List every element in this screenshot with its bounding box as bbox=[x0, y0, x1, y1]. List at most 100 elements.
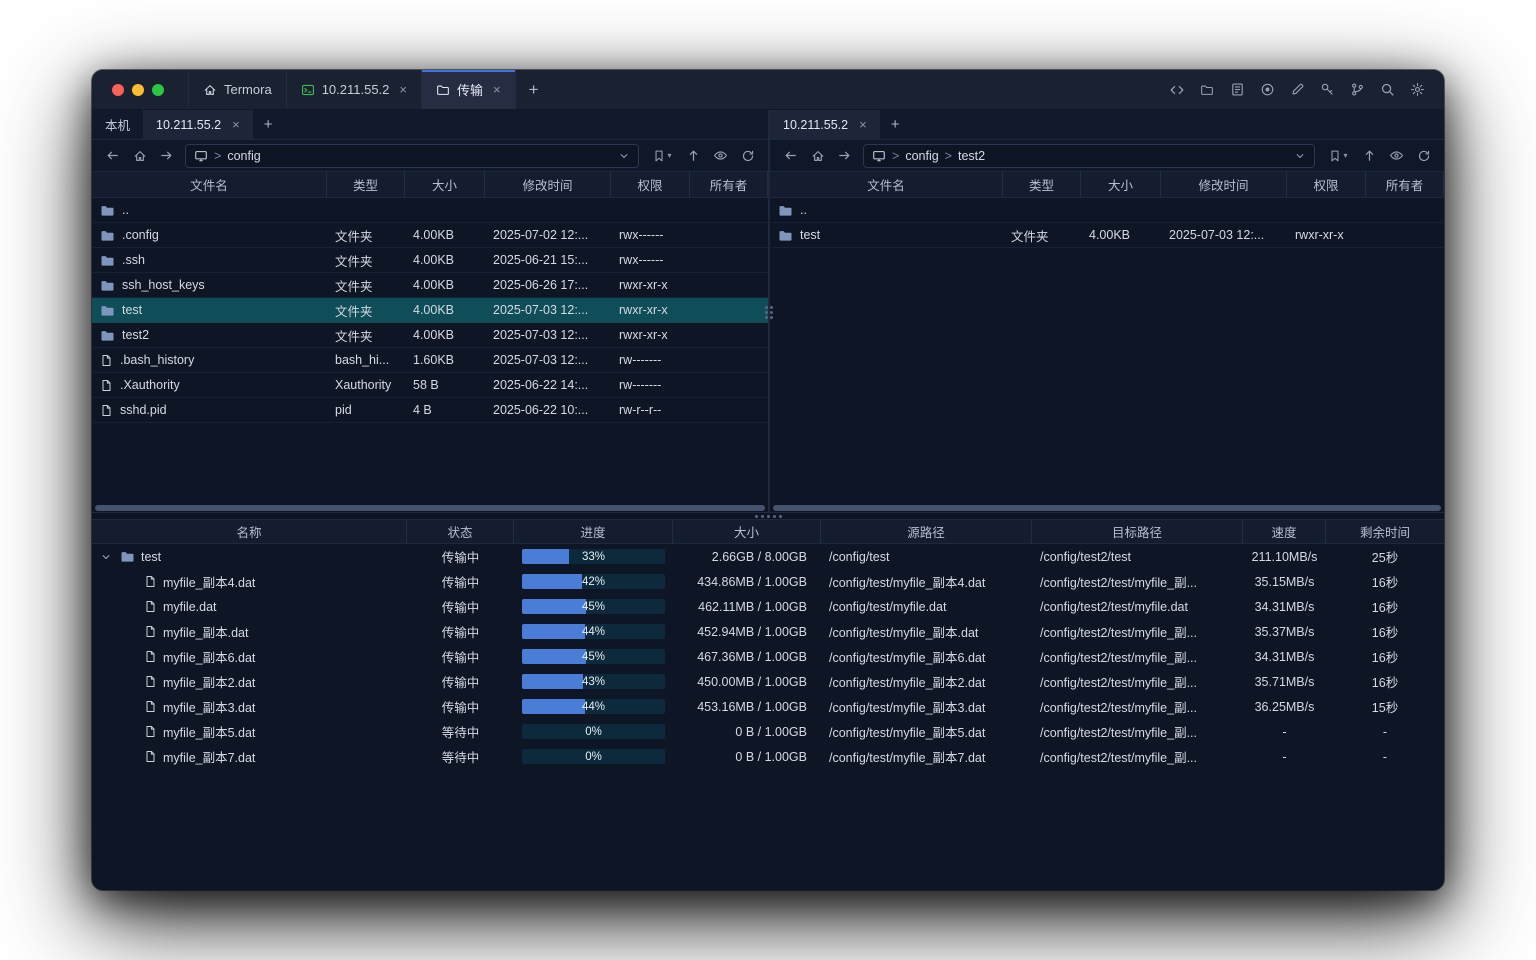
app-tab-bar: Termora10.211.55.2×传输× bbox=[188, 70, 516, 109]
transfer-row[interactable]: myfile_副本7.dat等待中0%0 B / 1.00GB/config/t… bbox=[92, 744, 1444, 769]
path-breadcrumb[interactable]: >config bbox=[185, 144, 639, 168]
chevron-down-icon[interactable] bbox=[1294, 150, 1306, 162]
panel-splitter[interactable] bbox=[768, 110, 770, 512]
file-row[interactable]: .. bbox=[92, 198, 768, 223]
file-row[interactable]: sshd.pidpid4 B2025-06-22 10:...rw-r--r-- bbox=[92, 398, 768, 423]
transfer-row[interactable]: myfile_副本4.dat传输中42%434.86MB / 1.00GB/co… bbox=[92, 569, 1444, 594]
app-tab-Termora[interactable]: Termora bbox=[188, 70, 287, 109]
new-file-tab-button[interactable]: + bbox=[253, 110, 284, 139]
chevron-down-icon[interactable] bbox=[618, 150, 630, 162]
search-button[interactable] bbox=[1374, 77, 1400, 103]
transfer-splitter[interactable] bbox=[92, 512, 1444, 520]
new-app-tab-button[interactable]: + bbox=[516, 70, 552, 109]
transfer-row[interactable]: myfile_副本6.dat传输中45%467.36MB / 1.00GB/co… bbox=[92, 644, 1444, 669]
log-button[interactable] bbox=[1224, 77, 1250, 103]
show-hidden-button[interactable] bbox=[708, 144, 733, 168]
file-row[interactable]: .config文件夹4.00KB2025-07-02 12:...rwx----… bbox=[92, 223, 768, 248]
breadcrumb-segment[interactable]: config bbox=[905, 149, 938, 163]
file-column-header-0[interactable]: 文件名 bbox=[770, 172, 1003, 197]
transfer-row[interactable]: myfile_副本5.dat等待中0%0 B / 1.00GB/config/t… bbox=[92, 719, 1444, 744]
breadcrumb-segment[interactable]: test2 bbox=[958, 149, 985, 163]
refresh-button[interactable] bbox=[735, 144, 760, 168]
transfer-row[interactable]: myfile.dat传输中45%462.11MB / 1.00GB/config… bbox=[92, 594, 1444, 619]
transfer-item-name: myfile_副本6.dat bbox=[163, 647, 255, 666]
transfer-row[interactable]: myfile_副本2.dat传输中43%450.00MB / 1.00GB/co… bbox=[92, 669, 1444, 694]
file-column-header-2[interactable]: 大小 bbox=[405, 172, 485, 197]
close-icon[interactable]: × bbox=[399, 83, 407, 96]
transfer-column-header-5[interactable]: 目标路径 bbox=[1032, 520, 1243, 543]
settings-button[interactable] bbox=[1404, 77, 1430, 103]
file-column-header-1[interactable]: 类型 bbox=[327, 172, 405, 197]
file-tab-本机[interactable]: 本机 bbox=[92, 110, 143, 139]
file-row[interactable]: test文件夹4.00KB2025-07-03 12:...rwxr-xr-x bbox=[92, 298, 768, 323]
edit-button[interactable] bbox=[1284, 77, 1310, 103]
zoom-window-button[interactable] bbox=[152, 84, 164, 96]
home-button[interactable] bbox=[805, 144, 830, 168]
bookmark-button[interactable]: ▾ bbox=[1321, 144, 1355, 168]
home-button[interactable] bbox=[127, 144, 152, 168]
show-hidden-button[interactable] bbox=[1384, 144, 1409, 168]
close-icon[interactable]: × bbox=[493, 83, 501, 96]
file-row[interactable]: ssh_host_keys文件夹4.00KB2025-06-26 17:...r… bbox=[92, 273, 768, 298]
file-row[interactable]: test文件夹4.00KB2025-07-03 12:...rwxr-xr-x bbox=[770, 223, 1444, 248]
go-up-button[interactable] bbox=[681, 144, 706, 168]
transfer-name-cell: myfile_副本4.dat bbox=[92, 572, 407, 591]
code-button[interactable] bbox=[1164, 77, 1190, 103]
path-breadcrumb[interactable]: >config>test2 bbox=[863, 144, 1315, 168]
transfer-row[interactable]: myfile_副本.dat传输中44%452.94MB / 1.00GB/con… bbox=[92, 619, 1444, 644]
file-row[interactable]: .XauthorityXauthority58 B2025-06-22 14:.… bbox=[92, 373, 768, 398]
transfer-column-header-7[interactable]: 剩余时间 bbox=[1326, 520, 1444, 543]
minimize-window-button[interactable] bbox=[132, 84, 144, 96]
back-button[interactable] bbox=[778, 144, 803, 168]
close-icon[interactable]: × bbox=[232, 118, 240, 131]
transfer-column-header-1[interactable]: 状态 bbox=[407, 520, 514, 543]
window-controls bbox=[92, 70, 180, 109]
file-row[interactable]: .. bbox=[770, 198, 1444, 223]
forward-button[interactable] bbox=[832, 144, 857, 168]
back-button[interactable] bbox=[100, 144, 125, 168]
app-tab-传输[interactable]: 传输× bbox=[422, 70, 516, 109]
collapse-chevron-icon[interactable] bbox=[98, 551, 114, 563]
file-row[interactable]: test2文件夹4.00KB2025-07-03 12:...rwxr-xr-x bbox=[92, 323, 768, 348]
close-icon[interactable]: × bbox=[859, 118, 867, 131]
go-up-button[interactable] bbox=[1357, 144, 1382, 168]
folder-button[interactable] bbox=[1194, 77, 1220, 103]
transfer-column-header-2[interactable]: 进度 bbox=[514, 520, 673, 543]
breadcrumb-segment[interactable]: config bbox=[227, 149, 260, 163]
transfer-row[interactable]: test传输中33%2.66GB / 8.00GB/config/test/co… bbox=[92, 544, 1444, 569]
transfer-status: 传输中 bbox=[407, 547, 514, 566]
new-file-tab-button[interactable]: + bbox=[880, 110, 911, 139]
transfer-column-label: 大小 bbox=[734, 522, 759, 541]
file-column-header-1[interactable]: 类型 bbox=[1003, 172, 1081, 197]
forward-button[interactable] bbox=[154, 144, 179, 168]
file-column-header-5[interactable]: 所有者 bbox=[690, 172, 768, 197]
file-column-header-4[interactable]: 权限 bbox=[611, 172, 690, 197]
transfer-column-header-6[interactable]: 速度 bbox=[1243, 520, 1326, 543]
transfer-column-header-3[interactable]: 大小 bbox=[673, 520, 821, 543]
file-column-header-3[interactable]: 修改时间 bbox=[485, 172, 611, 197]
scrollbar-thumb[interactable] bbox=[773, 505, 1441, 511]
refresh-button[interactable] bbox=[1411, 144, 1436, 168]
app-tab-10.211.55.2[interactable]: 10.211.55.2× bbox=[287, 70, 422, 109]
scrollbar-thumb[interactable] bbox=[95, 505, 765, 511]
file-tab-10.211.55.2[interactable]: 10.211.55.2× bbox=[143, 110, 253, 139]
key-button[interactable] bbox=[1314, 77, 1340, 103]
file-panel-right: 10.211.55.2×+ >config>test2▾ 文件名类型大小修改时间 权限… bbox=[770, 110, 1444, 512]
record-button[interactable] bbox=[1254, 77, 1280, 103]
file-column-header-2[interactable]: 大小 bbox=[1081, 172, 1161, 197]
file-column-header-5[interactable]: 所有者 bbox=[1366, 172, 1444, 197]
transfer-column-header-4[interactable]: 源路径 bbox=[821, 520, 1032, 543]
file-column-header-0[interactable]: 文件名 bbox=[92, 172, 327, 197]
file-tab-10.211.55.2[interactable]: 10.211.55.2× bbox=[770, 110, 880, 139]
file-column-header-3[interactable]: 修改时间 bbox=[1161, 172, 1287, 197]
transfer-column-header-0[interactable]: 名称 bbox=[92, 520, 407, 543]
transfer-item-name: myfile_副本.dat bbox=[163, 622, 248, 641]
bookmark-button[interactable]: ▾ bbox=[645, 144, 679, 168]
file-row[interactable]: .ssh文件夹4.00KB2025-06-21 15:...rwx------ bbox=[92, 248, 768, 273]
file-row[interactable]: .bash_historybash_hi...1.60KB2025-07-03 … bbox=[92, 348, 768, 373]
file-column-label: 权限 bbox=[1313, 175, 1338, 194]
transfer-row[interactable]: myfile_副本3.dat传输中44%453.16MB / 1.00GB/co… bbox=[92, 694, 1444, 719]
file-column-header-4[interactable]: 权限 bbox=[1287, 172, 1366, 197]
branch-button[interactable] bbox=[1344, 77, 1370, 103]
close-window-button[interactable] bbox=[112, 84, 124, 96]
